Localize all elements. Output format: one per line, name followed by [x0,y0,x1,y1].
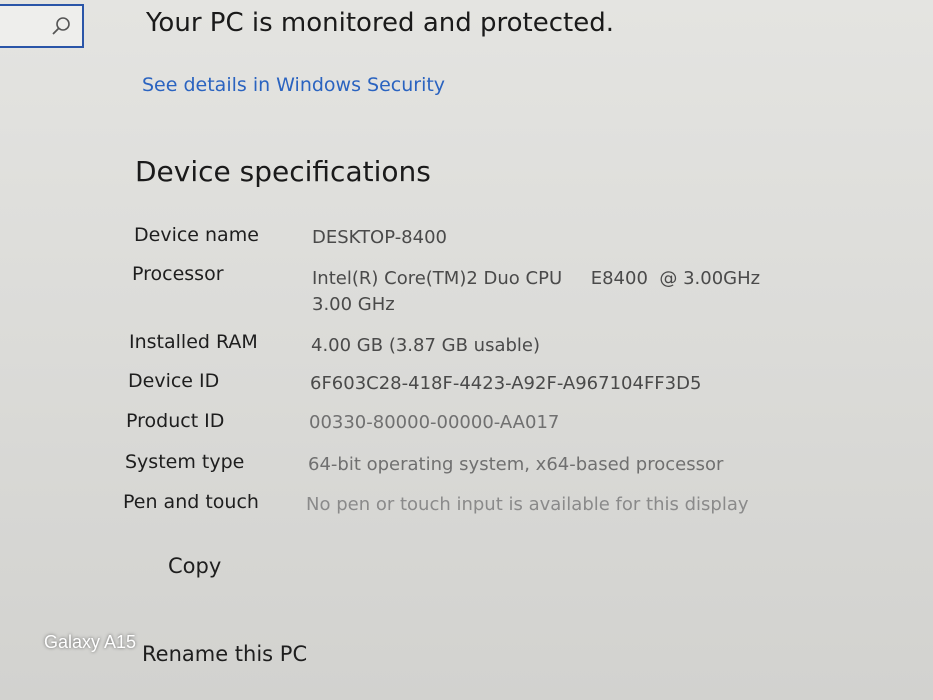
search-box[interactable] [0,4,84,48]
protection-status-title: Your PC is monitored and protected. [146,8,614,38]
device-name-label: Device name [134,224,259,246]
pen-and-touch-label: Pen and touch [123,491,259,513]
device-name-value: DESKTOP-8400 [312,227,447,248]
installed-ram-value: 4.00 GB (3.87 GB usable) [311,335,540,356]
product-id-value: 00330-80000-00000-AA017 [309,412,560,433]
rename-pc-button[interactable]: Rename this PC [142,642,307,666]
device-id-label: Device ID [128,370,220,392]
search-icon[interactable] [50,15,72,37]
camera-watermark: Galaxy A15 [44,632,137,652]
installed-ram-label: Installed RAM [129,331,258,353]
system-type-label: System type [125,451,245,473]
windows-security-link[interactable]: See details in Windows Security [142,74,445,96]
processor-speed-value: 3.00 GHz [312,294,395,315]
pen-and-touch-value: No pen or touch input is available for t… [306,494,749,515]
product-id-label: Product ID [126,410,225,432]
processor-label: Processor [132,263,224,285]
device-specifications-heading: Device specifications [135,155,431,188]
system-type-value: 64-bit operating system, x64-based proce… [308,454,724,475]
copy-button[interactable]: Copy [150,550,239,582]
device-id-value: 6F603C28-418F-4423-A92F-A967104FF3D5 [310,373,702,394]
processor-value: Intel(R) Core(TM)2 Duo CPU E8400 @ 3.00G… [312,268,761,289]
